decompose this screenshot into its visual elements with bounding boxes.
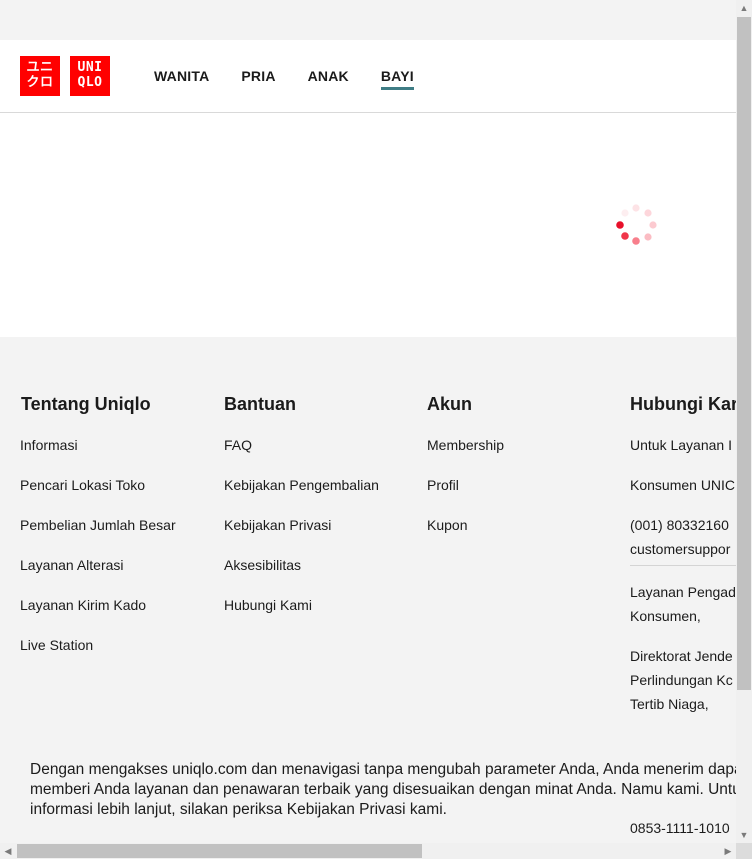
main-nav: WANITA PRIA ANAK BAYI	[154, 40, 446, 112]
footer-link[interactable]: Hubungi Kami	[224, 595, 379, 635]
footer-heading-hubungi: Hubungi Kar	[630, 394, 736, 414]
nav-item-pria[interactable]: PRIA	[241, 40, 275, 112]
horizontal-scrollbar[interactable]: ◀ ▶	[0, 843, 736, 859]
vertical-scroll-thumb[interactable]	[737, 17, 751, 690]
logo-katakana-line-1: ユニ	[26, 60, 54, 75]
nav-item-wanita[interactable]: WANITA	[154, 40, 209, 112]
contact-phone-partial[interactable]: 0853-1111-1010	[630, 820, 730, 836]
logo-latin-text: UNI QLO	[70, 60, 110, 90]
uniqlo-logo-katakana[interactable]: ユニ クロ	[20, 56, 60, 96]
footer-link[interactable]: Informasi	[20, 435, 176, 475]
contact-line: Untuk Layanan I	[630, 437, 732, 453]
footer-link[interactable]: Live Station	[20, 635, 176, 675]
page-viewport: ユニ クロ UNI QLO WANITA PRIA ANAK BAYI Tent…	[0, 0, 736, 843]
divider	[630, 565, 736, 566]
contact-phone[interactable]: (001) 80332160	[630, 513, 736, 537]
logo-latin-line-2: QLO	[77, 75, 103, 90]
contact-line: Tertib Niaga,	[630, 696, 709, 712]
footer-link[interactable]: Layanan Kirim Kado	[20, 595, 176, 635]
contact-line: Konsumen UNIC	[630, 477, 736, 493]
footer-col-tentang: Tentang Uniqlo Informasi Pencari Lokasi …	[20, 393, 176, 675]
footer-link[interactable]: Kebijakan Privasi	[224, 515, 379, 555]
nav-item-anak[interactable]: ANAK	[308, 40, 349, 112]
footer-link[interactable]: Kupon	[427, 515, 504, 555]
contact-email[interactable]: customersuppor	[630, 537, 736, 561]
footer-link[interactable]: Profil	[427, 475, 504, 515]
contact-line: Layanan Pengad	[630, 584, 736, 600]
footer-link[interactable]: Aksesibilitas	[224, 555, 379, 595]
footer-link[interactable]: Kebijakan Pengembalian	[224, 475, 379, 515]
footer-heading-bantuan: Bantuan	[224, 394, 296, 414]
footer-link[interactable]: FAQ	[224, 435, 379, 475]
footer-col-bantuan: Bantuan FAQ Kebijakan Pengembalian Kebij…	[224, 393, 379, 635]
cookie-notice: Dengan mengakses uniqlo.com dan menaviga…	[0, 758, 736, 824]
footer-col-akun: Akun Membership Profil Kupon	[427, 393, 504, 555]
loading-spinner-icon	[616, 204, 657, 245]
scroll-right-icon[interactable]: ▶	[720, 843, 736, 859]
scroll-left-icon[interactable]: ◀	[0, 843, 16, 859]
footer-link[interactable]: Layanan Alterasi	[20, 555, 176, 595]
site-header: ユニ クロ UNI QLO WANITA PRIA ANAK BAYI	[0, 40, 736, 113]
contact-line: Direktorat Jende	[630, 648, 733, 664]
footer-link[interactable]: Pembelian Jumlah Besar	[20, 515, 176, 555]
vertical-scrollbar[interactable]: ▲ ▼	[736, 0, 752, 843]
contact-line: Konsumen,	[630, 608, 701, 624]
logo-katakana-text: ユニ クロ	[20, 60, 60, 90]
scroll-down-icon[interactable]: ▼	[736, 827, 752, 843]
scroll-up-icon[interactable]: ▲	[736, 0, 752, 16]
cookie-notice-text: Dengan mengakses uniqlo.com dan menaviga…	[30, 761, 736, 818]
footer-link[interactable]: Pencari Lokasi Toko	[20, 475, 176, 515]
footer-heading-tentang: Tentang Uniqlo	[21, 394, 151, 414]
uniqlo-logo-latin[interactable]: UNI QLO	[70, 56, 110, 96]
footer-col-hubungi: Hubungi Kar Untuk Layanan I Konsumen UNI…	[630, 393, 736, 716]
nav-item-bayi[interactable]: BAYI	[380, 40, 414, 112]
logo-latin-line-1: UNI	[77, 60, 103, 75]
footer-link[interactable]: Membership	[427, 435, 504, 475]
horizontal-scroll-thumb[interactable]	[17, 844, 422, 858]
footer-heading-akun: Akun	[427, 394, 472, 414]
contact-line: Perlindungan Kc	[630, 672, 733, 688]
logo-katakana-line-2: クロ	[26, 75, 54, 90]
scrollbar-corner	[736, 843, 752, 859]
